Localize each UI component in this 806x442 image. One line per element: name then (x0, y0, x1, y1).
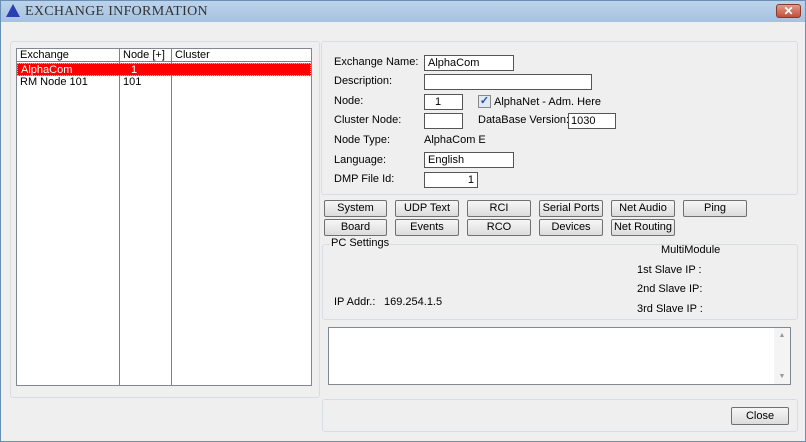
ip-addr-value: 169.254.1.5 (384, 296, 443, 308)
devices-button[interactable]: Devices (539, 219, 603, 236)
column-exchange (17, 49, 120, 385)
board-button[interactable]: Board (324, 219, 387, 236)
node-type-value: AlphaCom E (424, 134, 486, 146)
language-label: Language: (334, 154, 386, 166)
title-bar[interactable]: EXCHANGE INFORMATION ✕ (1, 1, 805, 22)
system-button[interactable]: System (324, 200, 387, 217)
cluster-node-input[interactable] (424, 113, 463, 129)
node-label: Node: (334, 95, 364, 107)
window-close-button[interactable]: ✕ (776, 4, 801, 18)
exchange-name-input[interactable]: AlphaCom (424, 55, 514, 71)
db-version-label: DataBase Version: (478, 114, 570, 126)
net-routing-button[interactable]: Net Routing (611, 219, 675, 236)
close-button[interactable]: Close (731, 407, 789, 425)
serial-ports-button[interactable]: Serial Ports (539, 200, 603, 217)
scroll-down-icon[interactable]: ▼ (774, 373, 790, 380)
slave-ip-2-label: 2nd Slave IP: (637, 283, 703, 295)
net-audio-button[interactable]: Net Audio (611, 200, 675, 217)
udp-text-button[interactable]: UDP Text (395, 200, 459, 217)
pc-settings-group (322, 244, 798, 320)
list-row[interactable]: RM Node 101 101 (17, 76, 311, 89)
header-cluster[interactable]: Cluster (172, 49, 210, 62)
dmp-file-id-label: DMP File Id: (334, 173, 395, 185)
language-input[interactable]: English (424, 152, 514, 168)
window-title: EXCHANGE INFORMATION (25, 4, 208, 19)
slave-ip-1-label: 1st Slave IP : (637, 264, 702, 276)
app-triangle-icon (6, 4, 20, 17)
rci-button[interactable]: RCI (467, 200, 531, 217)
scroll-up-icon[interactable]: ▲ (774, 332, 790, 339)
description-input[interactable] (424, 74, 592, 90)
log-textarea[interactable]: ▲ ▼ (328, 327, 791, 385)
ping-button[interactable]: Ping (683, 200, 747, 217)
vertical-scrollbar[interactable]: ▲ ▼ (774, 328, 790, 384)
exchange-list[interactable]: Exchange Node [+] Cluster AlphaCom 1 RM … (16, 48, 312, 386)
ip-addr-label: IP Addr.: (334, 296, 376, 308)
list-row-selected[interactable]: AlphaCom 1 (17, 63, 311, 76)
list-header: Exchange Node [+] Cluster (17, 49, 311, 62)
db-version-input[interactable]: 1030 (568, 113, 616, 129)
pc-settings-title: PC Settings (330, 237, 391, 249)
rco-button[interactable]: RCO (467, 219, 531, 236)
alphanet-checkbox[interactable]: ✓ (478, 95, 491, 108)
dmp-file-id-input[interactable]: 1 (424, 172, 478, 188)
multimodule-label: MultiModule (661, 244, 721, 256)
alphanet-label: AlphaNet - Adm. Here (494, 96, 601, 108)
cell-exchange: RM Node 101 (20, 76, 88, 88)
column-node (120, 49, 172, 385)
events-button[interactable]: Events (395, 219, 459, 236)
exchange-information-window: EXCHANGE INFORMATION ✕ Exchange Node [+]… (0, 0, 806, 442)
node-type-label: Node Type: (334, 134, 391, 146)
description-label: Description: (334, 75, 393, 87)
header-node[interactable]: Node [+] (120, 49, 165, 62)
exchange-name-label: Exchange Name: (334, 56, 419, 68)
bottom-panel (322, 399, 798, 432)
header-exchange[interactable]: Exchange (17, 49, 69, 62)
slave-ip-3-label: 3rd Slave IP : (637, 303, 703, 315)
cell-node: 101 (123, 76, 142, 88)
cluster-node-label: Cluster Node: (334, 114, 402, 126)
node-input[interactable]: 1 (424, 94, 463, 110)
